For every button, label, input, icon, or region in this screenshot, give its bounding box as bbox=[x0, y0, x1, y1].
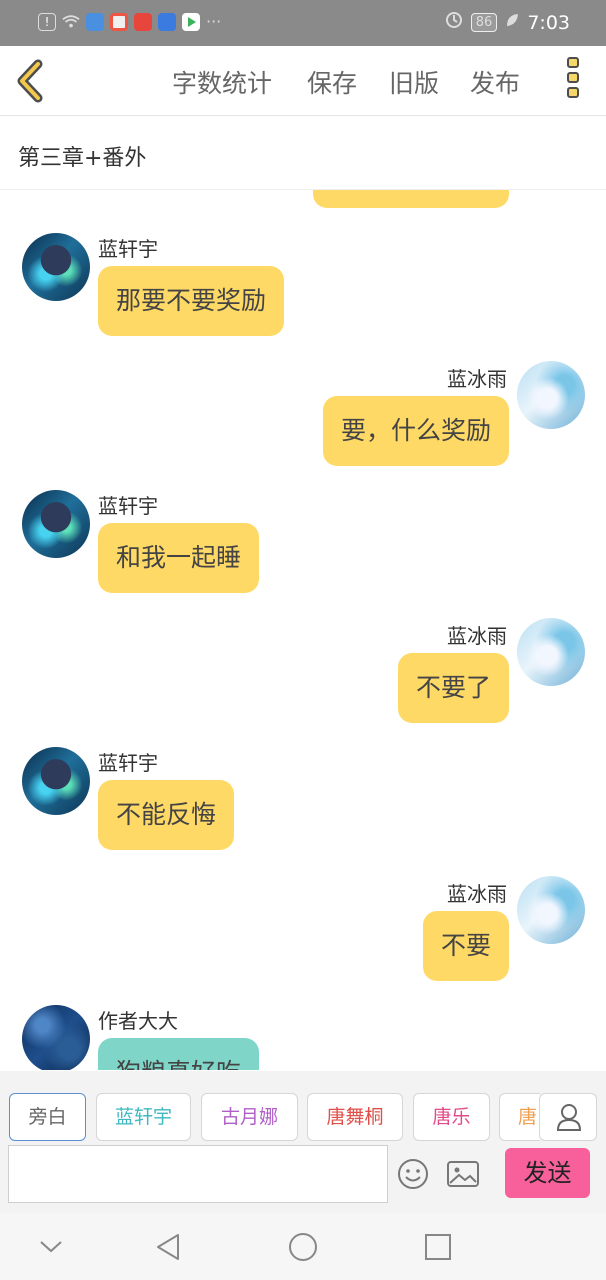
system-status: 86 7:03 bbox=[445, 11, 570, 34]
image-icon bbox=[447, 1161, 479, 1187]
girl-avatar[interactable] bbox=[517, 618, 585, 686]
sender-name: 作者大大 bbox=[98, 1009, 178, 1033]
chapter-bar: 第三章+番外 bbox=[0, 116, 606, 190]
chevron-down-icon bbox=[40, 1241, 62, 1253]
message-bubble[interactable]: 狗粮真好吃 bbox=[98, 1038, 260, 1070]
sender-name: 蓝冰雨 bbox=[447, 367, 507, 391]
alert-icon: ! bbox=[38, 12, 56, 31]
boy-avatar[interactable] bbox=[22, 233, 90, 301]
wifi-icon bbox=[62, 13, 80, 31]
more-dot-icon bbox=[567, 57, 579, 68]
message-bubble[interactable]: 要，什么奖励 bbox=[322, 396, 509, 466]
sender-name: 蓝轩宇 bbox=[98, 237, 158, 261]
girl-avatar[interactable] bbox=[517, 361, 585, 429]
app-icon-4 bbox=[158, 12, 176, 31]
app-icon-1 bbox=[86, 12, 104, 31]
composer: 旁白 蓝轩宇 古月娜 唐舞桐 唐乐 唐 发送 bbox=[0, 1071, 606, 1213]
word-count-button[interactable]: 字数统计 bbox=[172, 64, 272, 100]
old-version-button[interactable]: 旧版 bbox=[389, 64, 439, 100]
image-button[interactable] bbox=[446, 1159, 480, 1189]
battery-indicator: 86 bbox=[470, 13, 498, 32]
chat-area[interactable]: 蓝轩宇 那要不要奖励 蓝冰雨 要，什么奖励 蓝轩宇 和我一起睡 蓝冰雨 不要了 … bbox=[0, 190, 606, 1070]
smiley-icon bbox=[398, 1159, 428, 1189]
back-button[interactable] bbox=[12, 56, 52, 106]
character-tab[interactable]: 旁白 bbox=[9, 1093, 86, 1141]
clock: 7:03 bbox=[527, 11, 570, 34]
message-bubble[interactable]: 不要 bbox=[422, 911, 509, 981]
save-button[interactable]: 保存 bbox=[307, 64, 357, 100]
person-icon bbox=[556, 1104, 582, 1131]
app-icon-3 bbox=[134, 12, 152, 31]
more-dot-icon bbox=[567, 72, 579, 83]
character-tab[interactable]: 唐乐 bbox=[413, 1093, 490, 1141]
sender-name: 蓝轩宇 bbox=[98, 751, 158, 775]
leaf-icon bbox=[505, 12, 519, 33]
boy-avatar[interactable] bbox=[22, 747, 90, 815]
boy-avatar[interactable] bbox=[22, 490, 90, 558]
message-bubble[interactable]: 和我一起睡 bbox=[98, 523, 260, 593]
message-bubble-partial bbox=[313, 190, 509, 208]
notification-icons: ! ··· bbox=[38, 12, 221, 31]
sender-name: 蓝轩宇 bbox=[98, 494, 158, 518]
status-bar: ! ··· 86 7:03 bbox=[0, 0, 606, 46]
data-saver-icon bbox=[445, 11, 463, 34]
girl-avatar[interactable] bbox=[517, 876, 585, 944]
circle-home-icon bbox=[289, 1233, 317, 1261]
character-tab[interactable]: 古月娜 bbox=[201, 1093, 298, 1141]
send-button[interactable]: 发送 bbox=[505, 1148, 590, 1198]
publish-button[interactable]: 发布 bbox=[470, 64, 520, 100]
emoji-button[interactable] bbox=[396, 1157, 430, 1191]
nav-home-button[interactable] bbox=[283, 1227, 323, 1267]
message-bubble[interactable]: 不能反悔 bbox=[98, 780, 235, 850]
more-menu-button[interactable] bbox=[562, 57, 584, 105]
play-icon bbox=[182, 12, 200, 31]
square-recents-icon bbox=[425, 1234, 451, 1260]
message-bubble[interactable]: 不要了 bbox=[397, 653, 509, 723]
app-icon-2 bbox=[110, 12, 128, 31]
message-bubble[interactable]: 那要不要奖励 bbox=[98, 266, 285, 336]
chevron-left-icon bbox=[17, 59, 43, 103]
sender-name: 蓝冰雨 bbox=[447, 882, 507, 906]
editor-header: 字数统计 保存 旧版 发布 bbox=[0, 46, 606, 116]
triangle-back-icon bbox=[157, 1234, 179, 1260]
character-tab[interactable]: 唐 bbox=[499, 1093, 540, 1141]
character-tabs: 旁白 蓝轩宇 古月娜 唐舞桐 唐乐 唐 bbox=[0, 1093, 540, 1141]
nav-recents-button[interactable] bbox=[418, 1227, 458, 1267]
author-avatar[interactable] bbox=[22, 1005, 90, 1070]
character-tab[interactable]: 蓝轩宇 bbox=[96, 1093, 191, 1141]
more-dot-icon bbox=[567, 87, 579, 98]
character-manager-button[interactable] bbox=[539, 1093, 597, 1141]
character-tab[interactable]: 唐舞桐 bbox=[307, 1093, 403, 1141]
more-notifications-icon: ··· bbox=[206, 12, 222, 31]
message-input[interactable] bbox=[8, 1145, 388, 1203]
app-screen: ! ··· 86 7:03 字数统计 保存 旧版 发布 第三章+番外 蓝轩宇 那… bbox=[0, 0, 606, 1280]
chapter-title[interactable]: 第三章+番外 bbox=[18, 140, 146, 172]
sender-name: 蓝冰雨 bbox=[447, 624, 507, 648]
system-navigation-bar bbox=[0, 1213, 606, 1280]
nav-back-button[interactable] bbox=[150, 1227, 190, 1267]
collapse-nav-button[interactable] bbox=[31, 1227, 71, 1267]
